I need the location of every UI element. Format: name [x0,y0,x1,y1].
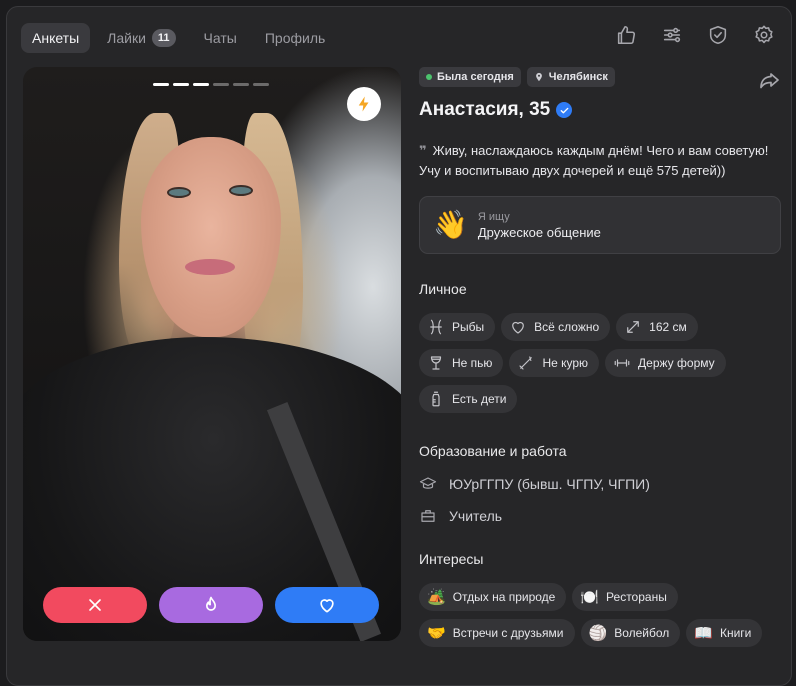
photo-progress-segment [193,83,209,86]
education-item: ЮУрГГПУ (бывш. ЧГПУ, ЧГПИ) [419,473,781,495]
share-button[interactable] [757,69,781,93]
super-like-button[interactable] [159,587,263,623]
graduation-cap-icon [419,477,437,489]
city-badge: Челябинск [526,67,615,87]
dumbbell-icon [614,359,630,367]
profile-photo[interactable] [23,67,401,641]
camping-icon: 🏕️ [427,588,446,606]
resize-arrows-icon [627,321,640,333]
looking-for-card: 👋 Я ищу Дружеское общение [419,196,781,254]
personal-tags-row-3: Есть дети [419,385,781,413]
likes-count-badge: 11 [151,29,176,47]
section-personal-title: Личное [419,281,467,297]
photo-progress-segment [173,83,189,86]
photo-progress [153,83,269,86]
tab-label: Анкеты [32,30,80,46]
tab-label: Чаты [203,30,237,46]
tab-profiles[interactable]: Анкеты [21,23,91,53]
personal-tags-row-2: Не пью Не курю Держу форму [419,349,781,377]
close-icon [89,599,101,611]
tab-profile[interactable]: Профиль [254,23,336,53]
handshake-icon: 🤝 [427,624,446,642]
flame-icon [206,596,216,611]
wine-glass-icon [430,356,442,370]
photo-progress-segment [213,83,229,86]
book-icon: 📖 [694,624,713,642]
verified-icon [556,102,573,118]
tag-smoking: Не курю [509,349,600,377]
share-icon [760,73,779,89]
tag-zodiac: Рыбы [419,313,496,341]
interest-tag: 🏐 Волейбол [580,619,681,647]
section-education-title: Образование и работа [419,443,567,459]
boost-button[interactable] [347,87,381,121]
like-button[interactable] [275,587,379,623]
tag-relationship: Всё сложно [501,313,611,341]
app-window: Анкеты Лайки 11 Чаты Профиль Была сегодн… [6,6,792,686]
shield-check-icon[interactable] [707,24,729,46]
tag-height: 162 см [616,313,698,341]
photo-progress-segment [153,83,169,86]
tab-label: Лайки [107,30,146,46]
tab-chats[interactable]: Чаты [193,23,248,53]
job-item: Учитель [419,505,781,527]
pisces-icon [430,319,442,335]
heart-outline-icon [512,321,524,334]
personal-tags-row-1: Рыбы Всё сложно 162 см [419,313,781,341]
gear-icon[interactable] [753,24,775,46]
interest-tags-row-2: 🤝 Встречи с друзьями 🏐 Волейбол 📖 Книги [419,619,781,647]
volleyball-icon: 🏐 [588,624,608,642]
interest-tags-row-1: 🏕️ Отдых на природе 🍽️ Рестораны [419,583,781,611]
looking-for-label: Я ищу [477,210,510,223]
top-toolbar [615,24,775,46]
profile-name-row: Анастасия, 35 [419,99,781,121]
swipe-actions [43,587,379,623]
tag-kids: Есть дети [419,385,518,413]
tab-likes[interactable]: Лайки 11 [96,23,186,53]
location-pin-icon [535,72,542,82]
lightning-icon [358,96,369,112]
dislike-button[interactable] [43,587,147,623]
tab-label: Профиль [264,30,326,46]
plate-icon: 🍽️ [580,588,600,606]
status-badge: Была сегодня [419,67,521,87]
section-interests-title: Интересы [419,551,484,567]
online-dot-icon [426,74,432,80]
tag-alcohol: Не пью [419,349,504,377]
waving-hand-icon: 👋 [433,209,468,240]
sliders-icon[interactable] [661,24,683,46]
tag-fitness: Держу форму [605,349,726,377]
profile-info: Была сегодня Челябинск Анастасия, 35 ❞ Жи… [419,67,781,647]
interest-tag: 🏕️ Отдых на природе [419,583,567,611]
profile-name: Анастасия, 35 [419,99,551,120]
city-text: Челябинск [548,71,608,83]
photo-progress-segment [233,83,249,86]
no-smoking-icon [519,356,533,370]
quote-icon: ❞ [419,143,427,158]
photo-progress-segment [253,83,269,86]
interest-tag: 📖 Книги [686,619,763,647]
interest-tag: 🤝 Встречи с друзьями [419,619,575,647]
thumbs-up-icon[interactable] [615,24,637,46]
baby-bottle-icon [432,391,440,407]
briefcase-icon [421,510,435,522]
interest-tag: 🍽️ Рестораны [572,583,678,611]
bio-text: ❞ Живу, наслаждаюсь каждым днём! Чего и в… [419,143,769,178]
status-text: Была сегодня [437,71,514,83]
heart-icon [320,599,334,613]
looking-for-value: Дружеское общение [477,224,601,240]
top-nav: Анкеты Лайки 11 Чаты Профиль [21,23,336,53]
